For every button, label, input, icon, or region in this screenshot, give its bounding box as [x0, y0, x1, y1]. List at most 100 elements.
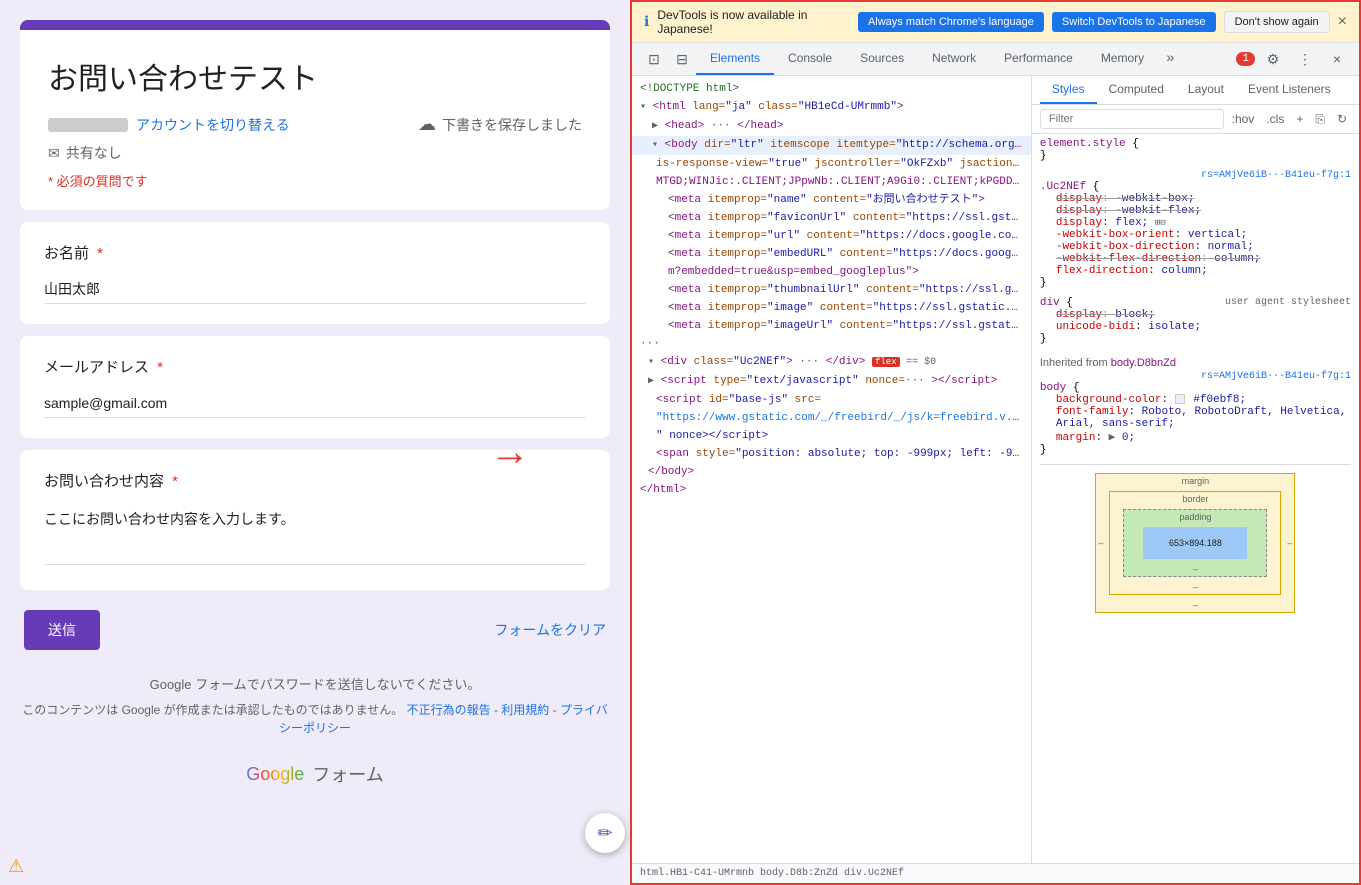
styles-filter-input[interactable]: [1040, 109, 1224, 129]
devtools-panel: ℹ DevTools is now available in Japanese!…: [630, 0, 1361, 885]
class-filter-button[interactable]: .cls: [1262, 110, 1288, 128]
devtools-right-icons: 1 ⚙ ⋮ ×: [1236, 45, 1351, 73]
devtools-bottom-bar: html.HB1-C41-UMrmnb body.D8b:ZnZd div.Uc…: [632, 863, 1359, 883]
styles-panel: Styles Computed Layout Event Listeners :…: [1032, 76, 1359, 863]
tab-network[interactable]: Network: [918, 43, 990, 75]
uc2nef-rule: rs=AMjVe6iB···B41eu-f7g:1 .Uc2NEf { disp…: [1040, 170, 1351, 289]
more-options-button[interactable]: ⋮: [1291, 45, 1319, 73]
email-input[interactable]: [44, 391, 586, 418]
devtools-notification-bar: ℹ DevTools is now available in Japanese!…: [632, 2, 1359, 43]
dom-line[interactable]: <span style="position: absolute; top: -9…: [632, 445, 1031, 463]
dom-line[interactable]: " nonce></script>: [632, 427, 1031, 445]
dom-line[interactable]: m?embedded=true&usp=embed_googleplus">: [632, 263, 1031, 281]
dom-line[interactable]: ▾ <html lang="ja" class="HB1eCd-UMrmmb">: [632, 98, 1031, 117]
dom-line[interactable]: ▾ <div class="Uc2NEf"> ··· </div> flex =…: [632, 353, 1031, 372]
notification-close-button[interactable]: ×: [1338, 13, 1347, 31]
uc2nef-source-link[interactable]: rs=AMjVe6iB···B41eu-f7g:1: [1201, 170, 1351, 181]
inspect-icon-button[interactable]: ⊡: [640, 45, 668, 73]
dom-line[interactable]: <meta itemprop="faviconUrl" content="htt…: [632, 209, 1031, 227]
device-icon-button[interactable]: ⊟: [668, 45, 696, 73]
body-source-link[interactable]: rs=AMjVe6iB···B41eu-f7g:1: [1201, 371, 1351, 382]
box-model-diagram: margin – – – border – padding: [1095, 473, 1295, 613]
draft-saved-text: 下書きを保存しました: [442, 115, 582, 135]
google-forms-footer: Google フォーム: [20, 753, 610, 795]
settings-icon-button[interactable]: ⚙: [1259, 45, 1287, 73]
dom-line[interactable]: <meta itemprop="embedURL" content="https…: [632, 245, 1031, 263]
dom-line[interactable]: "https://www.gstatic.com/_/freebird/_/js…: [632, 409, 1031, 427]
close-devtools-button[interactable]: ×: [1323, 45, 1351, 73]
submit-button[interactable]: 送信: [24, 610, 100, 650]
match-language-button[interactable]: Always match Chrome's language: [858, 12, 1044, 32]
prop-webkit-box-orient: -webkit-box-orient: vertical;: [1040, 229, 1351, 241]
dom-line[interactable]: <meta itemprop="name" content="お問い合わせテスト…: [632, 191, 1031, 209]
tab-event-listeners[interactable]: Event Listeners: [1236, 76, 1343, 104]
padding-label: padding: [1179, 512, 1211, 522]
element-style-rule: element.style { }: [1040, 138, 1351, 162]
google-text: Google: [246, 764, 304, 785]
avatar: [48, 118, 128, 132]
email-required-star: *: [153, 359, 163, 376]
dom-line[interactable]: <meta itemprop="image" content="https://…: [632, 299, 1031, 317]
tab-styles[interactable]: Styles: [1040, 76, 1097, 104]
inquiry-input[interactable]: ここにお問い合わせ内容を入力します。: [44, 505, 586, 565]
dom-line[interactable]: </html>: [632, 481, 1031, 499]
dom-line[interactable]: <meta itemprop="url" content="https://do…: [632, 227, 1031, 245]
add-style-button[interactable]: +: [1292, 110, 1307, 128]
tab-console[interactable]: Console: [774, 43, 846, 75]
email-label: メールアドレス *: [44, 356, 586, 377]
account-switch-link[interactable]: アカウントを切り替える: [136, 115, 290, 135]
dom-line[interactable]: <!DOCTYPE html>: [632, 80, 1031, 98]
refresh-style-button[interactable]: ↻: [1333, 110, 1351, 128]
tab-memory[interactable]: Memory: [1087, 43, 1158, 75]
dom-line[interactable]: <meta itemprop="thumbnailUrl" content="h…: [632, 281, 1031, 299]
hover-state-button[interactable]: :hov: [1228, 110, 1259, 128]
prop-display-block: display: block;: [1040, 309, 1351, 321]
dom-line[interactable]: <script id="base-js" src=: [632, 391, 1031, 409]
inquiry-required-star: *: [168, 473, 178, 490]
report-link[interactable]: 不正行為の報告: [407, 703, 491, 717]
dont-show-button[interactable]: Don't show again: [1224, 11, 1330, 33]
styles-sub-tabs: Styles Computed Layout Event Listeners: [1032, 76, 1359, 105]
body-selector: body {: [1040, 382, 1351, 394]
dom-line-selected[interactable]: ▾ <body dir="ltr" itemscope itemtype="ht…: [632, 136, 1031, 155]
devtools-main: <!DOCTYPE html> ▾ <html lang="ja" class=…: [632, 76, 1359, 863]
color-swatch: [1175, 394, 1185, 404]
dom-line[interactable]: </body>: [632, 463, 1031, 481]
name-input[interactable]: [44, 277, 586, 304]
form-footer: 送信 フォームをクリア: [20, 602, 610, 658]
dom-line[interactable]: <meta itemprop="imageUrl" content="https…: [632, 317, 1031, 335]
tab-performance[interactable]: Performance: [990, 43, 1087, 75]
user-agent-label: user agent stylesheet: [1225, 297, 1351, 308]
prop-flex: display: flex; ⊞⊟: [1040, 217, 1351, 229]
copy-style-button[interactable]: ⎘: [1311, 110, 1329, 129]
tab-sources[interactable]: Sources: [846, 43, 918, 75]
clear-form-link[interactable]: フォームをクリア: [494, 620, 606, 640]
cloud-icon: ☁: [418, 114, 436, 135]
pencil-fab-button[interactable]: ✏: [585, 813, 625, 853]
dom-line[interactable]: ▶ <script type="text/javascript" nonce=·…: [632, 372, 1031, 391]
devtools-tabs-row: ⊡ ⊟ Elements Console Sources Network Per…: [632, 43, 1359, 76]
more-tabs-button[interactable]: »: [1158, 47, 1182, 71]
form-account-left: アカウントを切り替える: [48, 115, 290, 135]
prop-font-family2: Arial, sans-serif;: [1040, 418, 1351, 430]
switch-japanese-button[interactable]: Switch DevTools to Japanese: [1052, 12, 1216, 32]
uc2nef-selector: .Uc2NEf {: [1040, 181, 1351, 193]
prop-flex-direction: flex-direction: column;: [1040, 265, 1351, 277]
div-ua-close: }: [1040, 333, 1351, 345]
uc2nef-close: }: [1040, 277, 1351, 289]
dom-line[interactable]: is-response-view="true" jscontroller="Ok…: [632, 155, 1031, 173]
form-panel: お問い合わせテスト アカウントを切り替える ☁ 下書きを保存しました ✉ 共有な…: [0, 0, 630, 885]
tab-elements[interactable]: Elements: [696, 43, 774, 75]
styles-filter-row: :hov .cls + ⎘ ↻: [1032, 105, 1359, 134]
dom-line[interactable]: ···: [632, 335, 1031, 353]
dom-line[interactable]: ▶ <head> ··· </head>: [632, 117, 1031, 136]
prop-font-family: font-family: Roboto, RobotoDraft, Helvet…: [1040, 406, 1351, 418]
tab-layout[interactable]: Layout: [1176, 76, 1236, 104]
dom-panel[interactable]: <!DOCTYPE html> ▾ <html lang="ja" class=…: [632, 76, 1032, 863]
name-field-card: お名前 *: [20, 222, 610, 324]
dom-line[interactable]: MTGD;WINJic:.CLIENT;JPpwNb:.CLIENT;A9Gi0…: [632, 173, 1031, 191]
name-label: お名前 *: [44, 242, 586, 263]
border-label: border: [1182, 494, 1208, 504]
tab-computed[interactable]: Computed: [1097, 76, 1176, 104]
terms-link[interactable]: 利用規約: [501, 703, 549, 717]
